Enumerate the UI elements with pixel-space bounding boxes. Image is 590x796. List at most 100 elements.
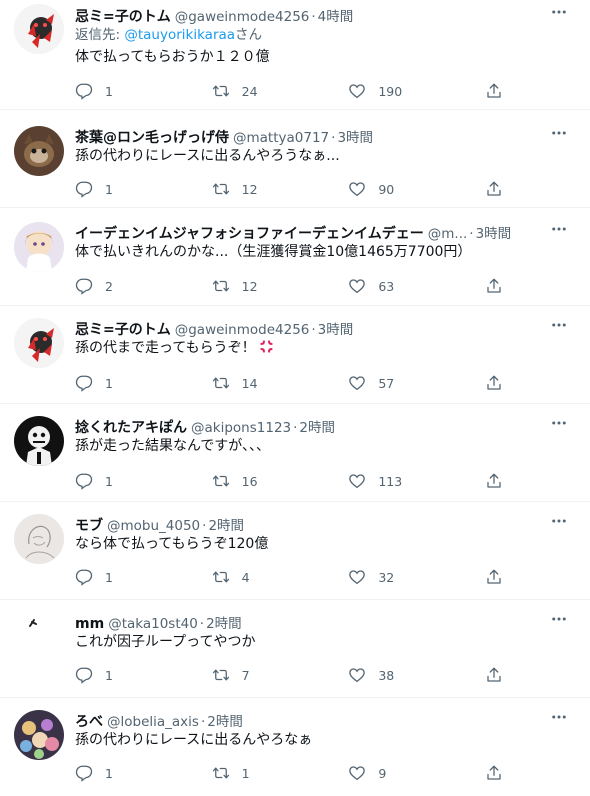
display-name[interactable]: イーデェンイムジャフォショファイーデェンイムデェー xyxy=(75,223,424,242)
retweet-icon xyxy=(212,280,229,292)
username[interactable]: @m... xyxy=(428,226,468,242)
reply-button[interactable]: 1 xyxy=(75,666,171,684)
display-name[interactable]: 忌ミ=子のトム xyxy=(75,319,171,338)
share-button[interactable] xyxy=(485,180,505,198)
reply-button[interactable]: 1 xyxy=(75,568,171,586)
timestamp[interactable]: 3時間 xyxy=(476,222,512,242)
timestamp[interactable]: 4時間 xyxy=(318,5,354,25)
more-dots-icon xyxy=(552,10,566,14)
share-button[interactable] xyxy=(485,374,505,392)
retweet-count: 12 xyxy=(241,181,258,197)
timestamp[interactable]: 2時間 xyxy=(207,710,243,730)
retweet-count: 24 xyxy=(241,83,258,99)
retweet-button[interactable]: 14 xyxy=(212,374,308,392)
display-name[interactable]: 忌ミ=子のトム xyxy=(75,6,171,25)
retweet-button[interactable]: 12 xyxy=(212,277,308,295)
avatar[interactable] xyxy=(14,126,64,176)
more-options-button[interactable] xyxy=(548,220,570,238)
more-options-button[interactable] xyxy=(548,708,570,726)
username[interactable]: @gaweinmode4256 xyxy=(175,9,310,25)
timestamp[interactable]: 2時間 xyxy=(206,612,242,632)
more-options-button[interactable] xyxy=(548,512,570,530)
retweet-button[interactable]: 7 xyxy=(212,666,308,684)
heart-icon xyxy=(349,376,366,391)
timestamp[interactable]: 3時間 xyxy=(318,318,354,338)
tweet[interactable]: 忌ミ=子のトム @gaweinmode4256 · 3時間 孫の代まで走ってもら… xyxy=(0,306,590,404)
retweet-button[interactable]: 4 xyxy=(212,568,308,586)
tweet[interactable]: 忌ミ=子のトム @gaweinmode4256 · 4時間 返信先: @tauy… xyxy=(0,0,590,110)
tweet-actions: 1 24 190 xyxy=(75,80,505,102)
like-button[interactable]: 90 xyxy=(348,180,444,198)
more-options-button[interactable] xyxy=(548,3,570,21)
more-options-button[interactable] xyxy=(548,316,570,334)
username[interactable]: @akipons1123 xyxy=(191,420,291,436)
share-button[interactable] xyxy=(485,82,505,100)
avatar[interactable] xyxy=(14,710,64,760)
reply-button[interactable]: 2 xyxy=(75,277,171,295)
reply-button[interactable]: 1 xyxy=(75,764,171,782)
reply-icon xyxy=(75,278,93,295)
share-button[interactable] xyxy=(485,764,505,782)
share-button[interactable] xyxy=(485,277,505,295)
username[interactable]: @mobu_4050 xyxy=(107,518,200,534)
like-button[interactable]: 57 xyxy=(348,374,444,392)
more-dots-icon xyxy=(552,421,566,425)
display-name[interactable]: ろべ xyxy=(75,711,103,730)
like-button[interactable]: 32 xyxy=(348,568,444,586)
timestamp[interactable]: 2時間 xyxy=(208,514,244,534)
like-button[interactable]: 113 xyxy=(348,472,444,490)
avatar[interactable] xyxy=(14,4,64,54)
username[interactable]: @taka10st40 xyxy=(108,616,198,632)
tweet[interactable]: ろべ @lobelia_axis · 2時間 孫の代わりにレースに出るんやろなぁ… xyxy=(0,698,590,796)
more-options-button[interactable] xyxy=(548,414,570,432)
tweet-body: イーデェンイムジャフォショファイーデェンイムデェー @m... · 3時間 体で… xyxy=(75,222,574,262)
reply-button[interactable]: 1 xyxy=(75,180,171,198)
retweet-icon xyxy=(212,475,229,487)
retweet-button[interactable]: 24 xyxy=(212,82,308,100)
avatar[interactable] xyxy=(14,514,64,564)
tweet[interactable]: 茶葉@ロン毛っげっげ侍 @mattya0717 · 3時間 孫の代わりにレースに… xyxy=(0,110,590,208)
timestamp[interactable]: 3時間 xyxy=(337,126,373,146)
retweet-button[interactable]: 1 xyxy=(212,764,308,782)
share-button[interactable] xyxy=(485,472,505,490)
replying-to-link[interactable]: @tauyorikikaraa xyxy=(124,27,235,43)
reply-button[interactable]: 1 xyxy=(75,472,171,490)
share-button[interactable] xyxy=(485,666,505,684)
share-icon xyxy=(487,667,501,682)
like-button[interactable]: 190 xyxy=(348,82,444,100)
display-name[interactable]: mm xyxy=(75,616,104,632)
tweet[interactable]: mm @taka10st40 · 2時間 これが因子ループってやつか 1 7 3… xyxy=(0,600,590,698)
heart-icon xyxy=(349,474,366,489)
avatar[interactable] xyxy=(14,222,64,272)
username[interactable]: @gaweinmode4256 xyxy=(175,322,310,338)
timestamp[interactable]: 2時間 xyxy=(299,416,335,436)
more-dots-icon xyxy=(552,227,566,231)
anger-symbol-icon xyxy=(259,340,273,353)
share-button[interactable] xyxy=(485,568,505,586)
tweet-text: 孫の代わりにレースに出るんやろうなぁ... xyxy=(75,148,340,164)
tweet-text: 孫の代まで走ってもらうぞ！ xyxy=(75,338,574,358)
display-name[interactable]: 茶葉@ロン毛っげっげ侍 xyxy=(75,127,229,146)
avatar[interactable] xyxy=(14,416,64,466)
like-button[interactable]: 38 xyxy=(348,666,444,684)
avatar[interactable] xyxy=(14,318,64,368)
like-button[interactable]: 9 xyxy=(348,764,444,782)
tweet[interactable]: イーデェンイムジャフォショファイーデェンイムデェー @m... · 3時間 体で… xyxy=(0,208,590,306)
username[interactable]: @mattya0717 xyxy=(233,130,329,146)
like-button[interactable]: 63 xyxy=(348,277,444,295)
username[interactable]: @lobelia_axis xyxy=(107,714,199,730)
retweet-icon xyxy=(212,767,229,779)
reply-button[interactable]: 1 xyxy=(75,374,171,392)
display-name[interactable]: モブ xyxy=(75,515,103,534)
avatar[interactable] xyxy=(14,612,64,662)
more-options-button[interactable] xyxy=(548,124,570,142)
retweet-button[interactable]: 12 xyxy=(212,180,308,198)
more-options-button[interactable] xyxy=(548,610,570,628)
display-name[interactable]: 捻くれたアキぽん xyxy=(75,417,187,436)
more-dots-icon xyxy=(552,715,566,719)
like-count: 38 xyxy=(378,667,395,683)
reply-button[interactable]: 1 xyxy=(75,82,171,100)
tweet[interactable]: モブ @mobu_4050 · 2時間 なら体で払ってもらうぞ120億 1 4 … xyxy=(0,502,590,600)
tweet[interactable]: 捻くれたアキぽん @akipons1123 · 2時間 孫が走った結果なんですが… xyxy=(0,404,590,502)
retweet-button[interactable]: 16 xyxy=(212,472,308,490)
